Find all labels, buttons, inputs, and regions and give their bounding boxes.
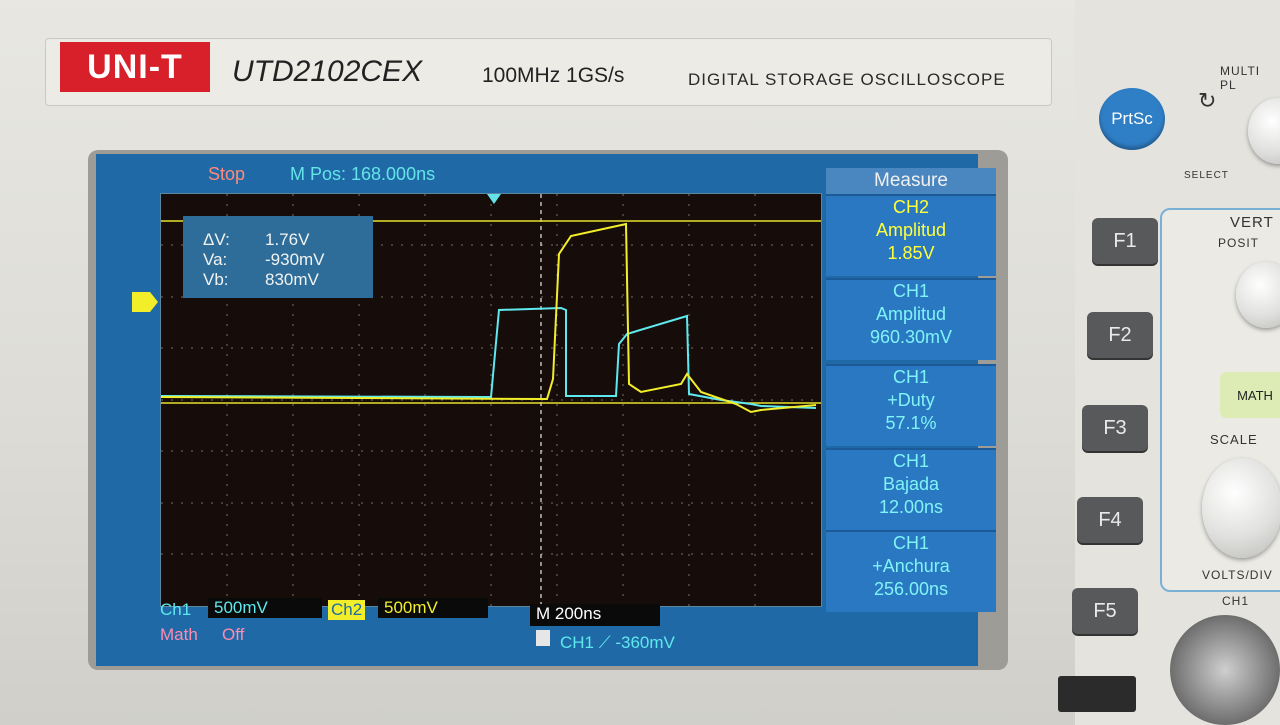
measure-channel: CH1 — [892, 281, 929, 301]
trigger-position-marker — [487, 194, 501, 204]
trigger-setting: CH1 ⟋ -360mV — [560, 633, 675, 652]
run-state: Stop — [208, 164, 246, 184]
volts-div-label: VOLTS/DIV — [1202, 568, 1273, 582]
vb-value: 830mV — [265, 270, 319, 289]
scale-knob[interactable] — [1202, 458, 1280, 558]
measure-title: Measure — [826, 168, 996, 194]
measure-item[interactable]: CH1 +Anchura 256.00ns — [826, 530, 996, 612]
va-value: -930mV — [265, 250, 325, 269]
ch1-scale: 500mV — [208, 598, 322, 618]
delta-v-label: ΔV: — [203, 230, 230, 249]
multi-purpose-label: MULTI PL — [1220, 64, 1261, 92]
ch2-scale: 500mV — [378, 598, 488, 618]
math-button[interactable]: MATH — [1220, 372, 1280, 418]
measure-name: +Duty — [887, 390, 935, 410]
trigger-icon — [536, 630, 550, 646]
ch2-label: Ch2 — [328, 600, 366, 620]
f1-button[interactable]: F1 — [1092, 218, 1158, 264]
math-state: Off — [222, 625, 245, 644]
measure-item[interactable]: CH1 Bajada 12.00ns — [826, 448, 996, 530]
prtsc-button[interactable]: PrtSc — [1099, 88, 1165, 150]
ch1-bnc-connector[interactable] — [1170, 615, 1280, 725]
cursor-readout: ΔV: 1.76V Va: -930mV Vb: 830mV — [183, 216, 373, 298]
brand-logo: UNI-T — [60, 42, 210, 92]
ch1-input-label: CH1 — [1222, 594, 1250, 608]
measure-name: Amplitud — [875, 220, 947, 240]
model-spec: 100MHz 1GS/s — [482, 64, 625, 87]
measure-value: 57.1% — [885, 413, 937, 433]
measure-item[interactable]: CH1 +Duty 57.1% — [826, 364, 996, 446]
vertical-label: VERT — [1230, 214, 1274, 231]
delta-v-value: 1.76V — [265, 230, 310, 249]
f4-button[interactable]: F4 — [1077, 497, 1143, 543]
ch1-label: Ch1 — [160, 600, 192, 619]
device-description: DIGITAL STORAGE OSCILLOSCOPE — [688, 70, 1006, 89]
measure-value: 12.00ns — [878, 497, 944, 517]
measure-channel: CH1 — [892, 451, 929, 471]
rotate-icon: ↻ — [1198, 88, 1218, 113]
position-label: POSIT — [1218, 236, 1260, 250]
memory-position: M Pos: 168.000ns — [290, 164, 436, 184]
vb-label: Vb: — [203, 270, 229, 289]
ch2-level-marker — [132, 292, 158, 312]
timebase: M 200ns — [530, 604, 660, 626]
measure-channel: CH1 — [892, 367, 929, 387]
measure-value: 256.00ns — [873, 579, 949, 599]
usb-port[interactable] — [1058, 676, 1136, 712]
scale-label: SCALE — [1210, 432, 1258, 447]
measure-name: +Anchura — [872, 556, 950, 576]
math-label: Math — [160, 625, 198, 644]
f3-button[interactable]: F3 — [1082, 405, 1148, 451]
measure-name: Amplitud — [875, 304, 947, 324]
measure-panel: Measure CH2 Amplitud 1.85V CH1 Amplitud … — [826, 168, 996, 612]
f5-button[interactable]: F5 — [1072, 588, 1138, 634]
f2-button[interactable]: F2 — [1087, 312, 1153, 358]
model-name: UTD2102CEX — [232, 55, 423, 88]
measure-value: 1.85V — [887, 243, 935, 263]
measure-channel: CH1 — [892, 533, 929, 553]
select-label: SELECT — [1184, 170, 1229, 181]
ch1-waveform — [160, 306, 817, 409]
va-label: Va: — [203, 250, 228, 269]
measure-value: 960.30mV — [869, 327, 953, 347]
measure-name: Bajada — [882, 474, 940, 494]
measure-item[interactable]: CH2 Amplitud 1.85V — [826, 194, 996, 276]
measure-item[interactable]: CH1 Amplitud 960.30mV — [826, 278, 996, 360]
measure-channel: CH2 — [892, 197, 929, 217]
